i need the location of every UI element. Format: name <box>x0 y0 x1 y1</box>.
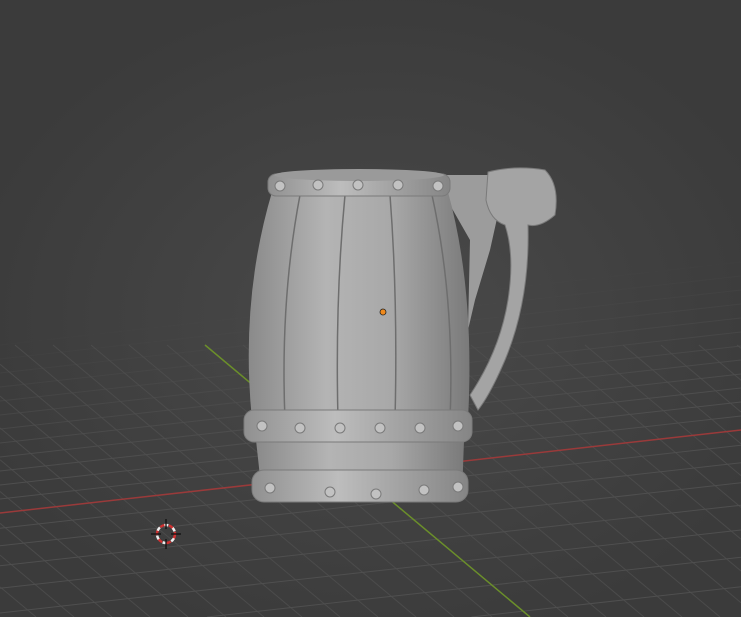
3d-cursor-icon[interactable] <box>151 519 181 549</box>
viewport-canvas[interactable] <box>0 0 741 617</box>
rivet <box>264 482 276 494</box>
grid-line <box>698 344 741 381</box>
lower-band <box>251 469 469 503</box>
3d-viewport[interactable] <box>0 0 741 617</box>
grid-line <box>0 459 189 617</box>
grid-line <box>0 427 227 617</box>
rivet <box>374 422 386 434</box>
grid-line <box>546 344 741 508</box>
grid-line <box>622 344 741 445</box>
grid-line <box>0 522 113 617</box>
rivet <box>324 486 336 498</box>
rivet <box>370 488 382 500</box>
rivet <box>294 422 306 434</box>
rivet <box>352 179 364 191</box>
grid-line <box>660 344 741 413</box>
rivet <box>274 180 286 192</box>
grid-line <box>0 554 75 617</box>
rivet <box>414 422 426 434</box>
rivet <box>452 420 464 432</box>
grid-line <box>207 556 741 617</box>
grid-line <box>584 344 741 476</box>
rivet <box>392 179 404 191</box>
grid-line <box>0 529 741 614</box>
tankard-mesh[interactable] <box>243 167 557 503</box>
rivet <box>452 481 464 493</box>
grid-line <box>508 344 741 540</box>
rivet <box>334 422 346 434</box>
upper-band <box>243 409 473 443</box>
rivet <box>418 484 430 496</box>
tankard-body <box>248 192 470 420</box>
rim-top <box>274 169 444 181</box>
object-origin-icon[interactable] <box>379 308 387 316</box>
rivet <box>256 420 268 432</box>
rivet <box>312 179 324 191</box>
rivet <box>432 180 444 192</box>
